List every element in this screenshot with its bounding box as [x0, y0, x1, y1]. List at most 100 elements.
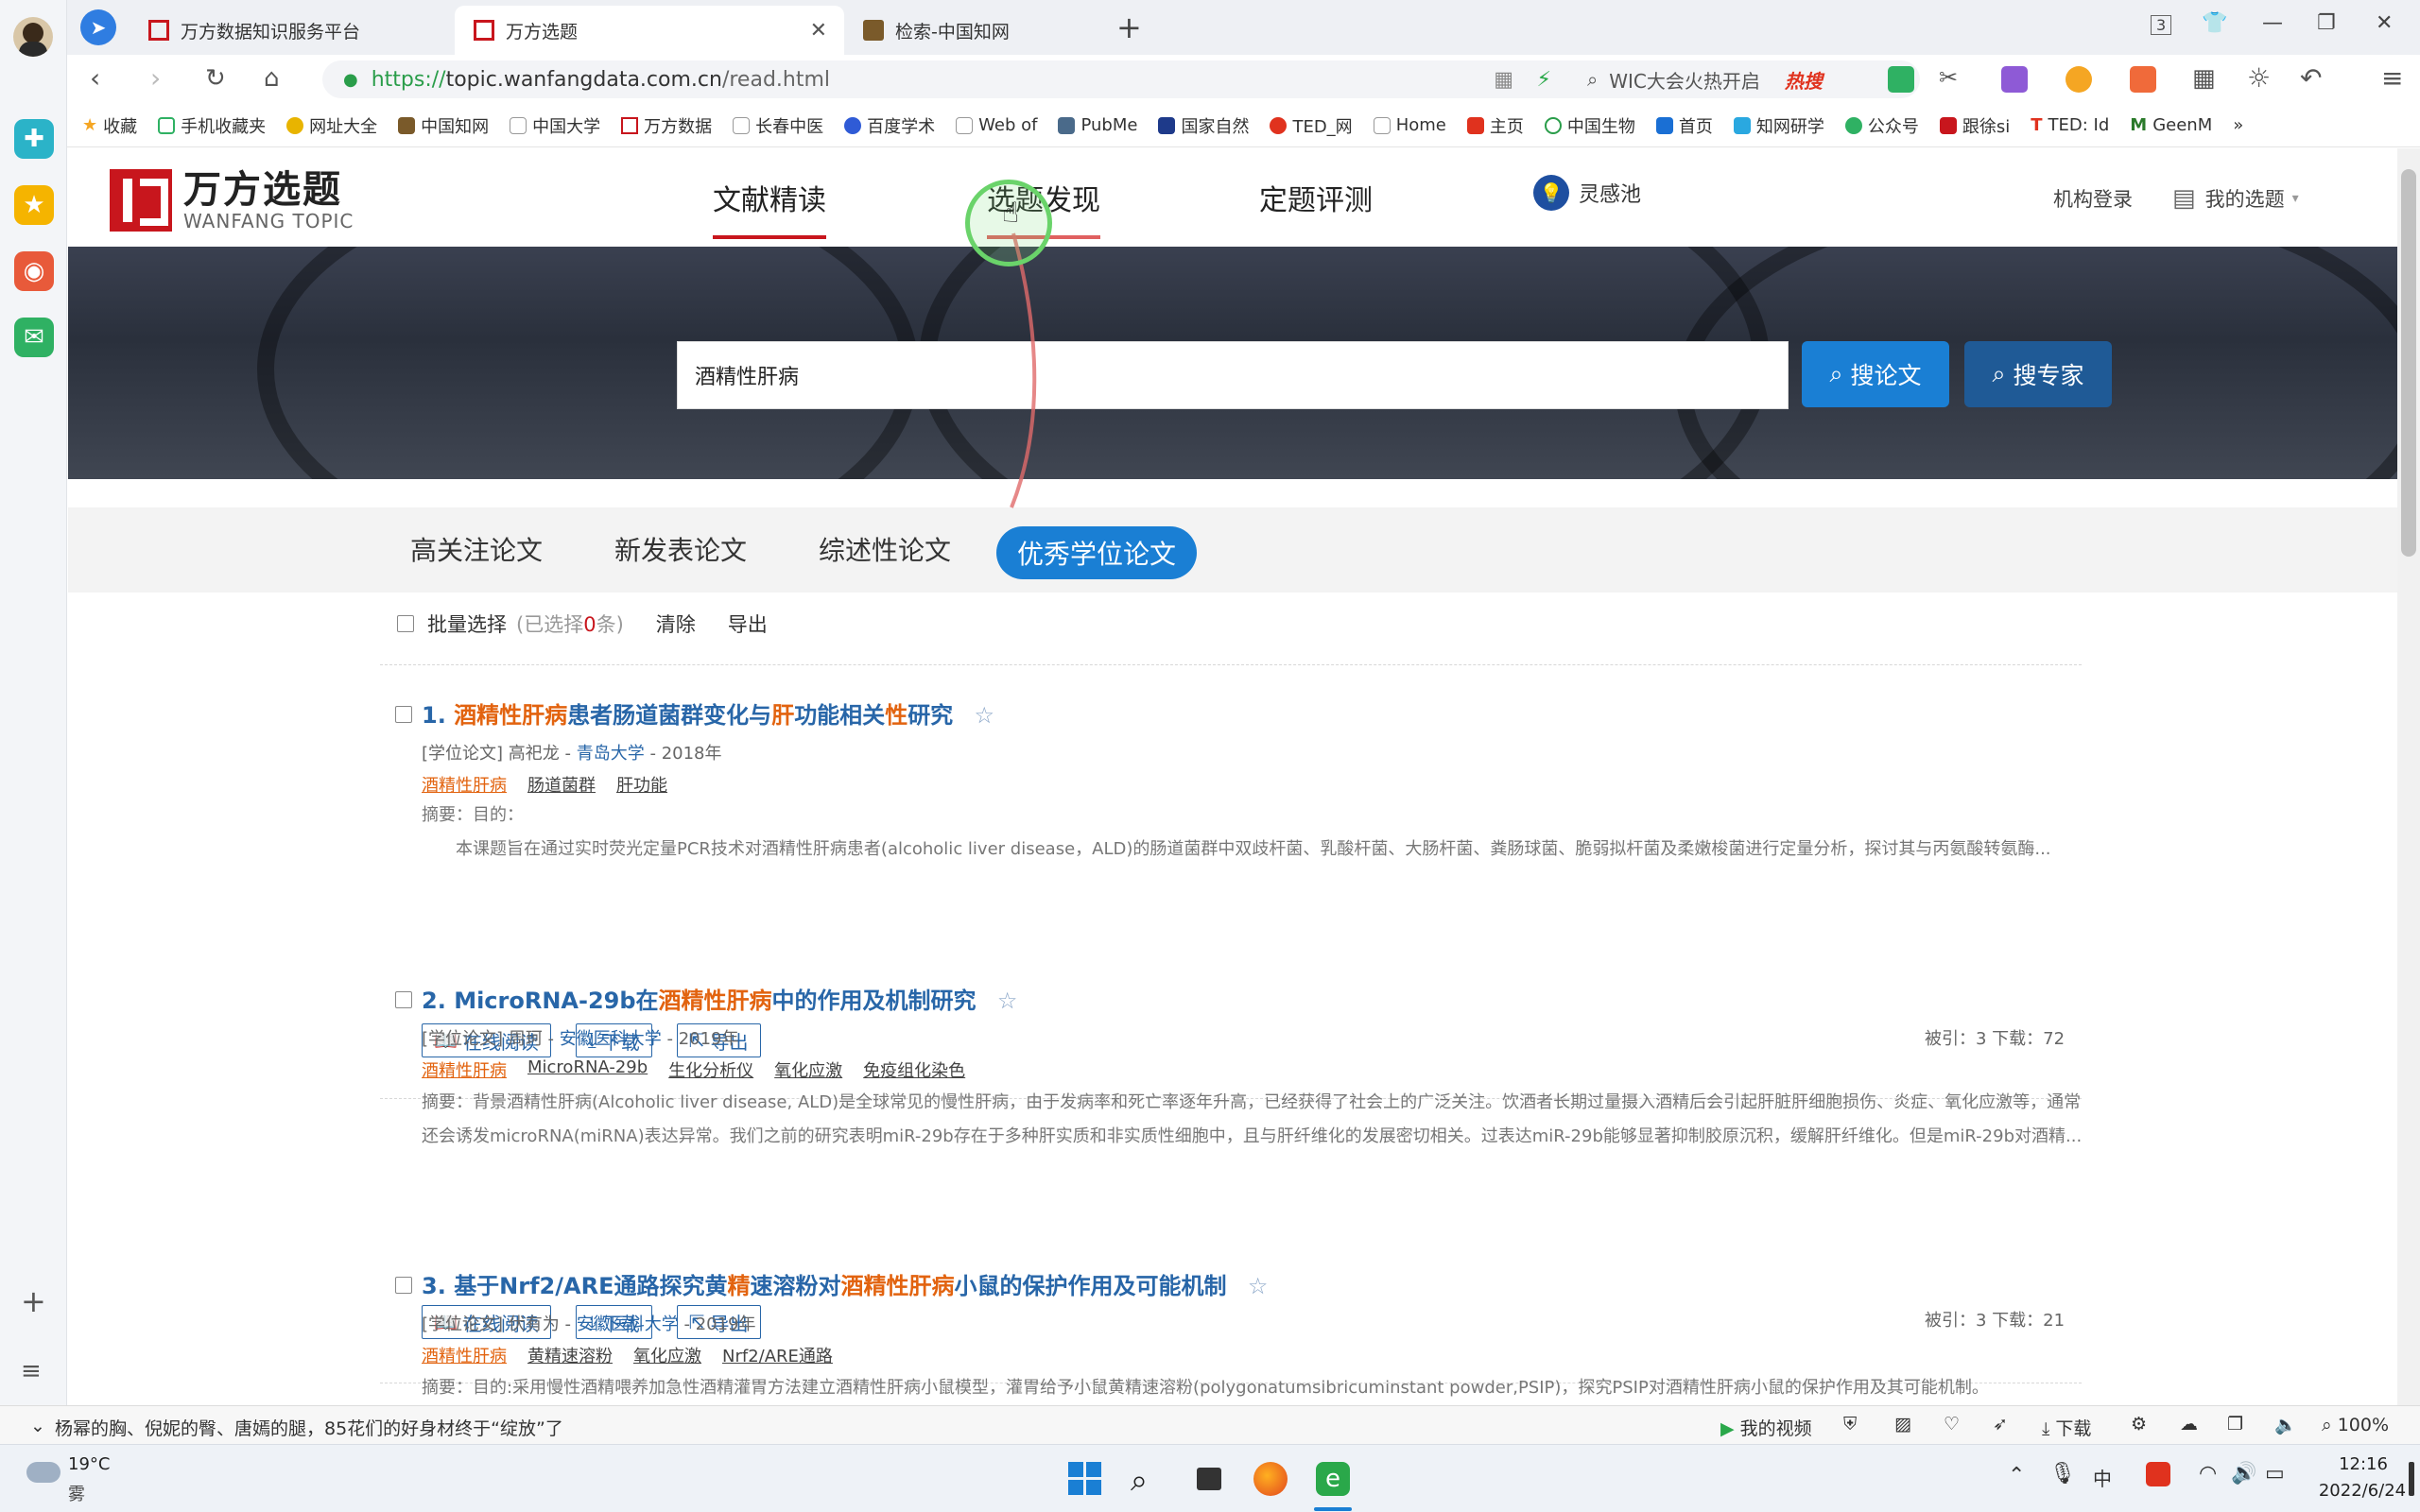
wifi-icon[interactable]: ◠: [2199, 1462, 2217, 1486]
keyword-link[interactable]: 酒精性肝病: [422, 1057, 507, 1082]
result-title-link[interactable]: 2. MicroRNA-29b在酒精性肝病中的作用及机制研究 ☆: [422, 982, 1017, 1015]
browser-app-icon[interactable]: e: [1316, 1462, 1350, 1496]
favorite-star-icon[interactable]: ☆: [997, 988, 1018, 1014]
batch-select-checkbox[interactable]: [397, 615, 414, 632]
browser-logo-icon[interactable]: ➤: [80, 9, 116, 45]
app-tray-icon[interactable]: [2146, 1462, 2170, 1486]
keyword-link[interactable]: 氧化应激: [774, 1057, 842, 1082]
news-ticker[interactable]: 杨幂的胸、倪妮的臀、唐嫣的腿，85花们的好身材终于“绽放”了: [55, 1415, 563, 1440]
window-icon[interactable]: ❐: [2227, 1414, 2243, 1435]
clock-time[interactable]: 12:16: [2325, 1454, 2401, 1474]
show-desktop-button[interactable]: [2409, 1462, 2414, 1496]
search-icon[interactable]: ⌕: [1131, 1462, 1165, 1498]
tab-excellent-theses[interactable]: 优秀学位论文: [996, 526, 1198, 579]
image-icon[interactable]: ▨: [1894, 1414, 1911, 1435]
coupon-icon[interactable]: [2066, 66, 2092, 93]
user-avatar[interactable]: [13, 17, 53, 57]
bookmark-item[interactable]: 中国大学: [510, 113, 600, 138]
keyword-link[interactable]: 免疫组化染色: [863, 1057, 965, 1082]
bookmark-item[interactable]: 中国生物: [1544, 113, 1635, 138]
favorites-star-icon[interactable]: ★: [14, 185, 54, 225]
bookmark-item[interactable]: 网址大全: [286, 113, 377, 138]
microphone-icon[interactable]: 🎙: [2049, 1462, 2076, 1486]
keyword-link[interactable]: 酒精性肝病: [422, 1343, 507, 1367]
new-tab-icon[interactable]: +: [1116, 9, 1142, 45]
speaker-icon[interactable]: 🔊: [2231, 1462, 2256, 1486]
page-scrollbar[interactable]: [2397, 148, 2420, 1405]
tools-icon[interactable]: ⚙: [2131, 1414, 2147, 1435]
bookmark-item[interactable]: 长春中医: [733, 113, 823, 138]
reload-icon[interactable]: ↻: [205, 64, 226, 93]
shirt-skin-icon[interactable]: 👕: [2202, 11, 2227, 35]
favorite-star-icon[interactable]: ☆: [1248, 1273, 1269, 1299]
add-icon[interactable]: +: [21, 1283, 46, 1319]
tab-wanfang-platform[interactable]: 万方数据知识服务平台: [130, 6, 508, 55]
keyword-link[interactable]: 肝功能: [616, 772, 667, 797]
translate-icon[interactable]: [2001, 66, 2028, 93]
clear-button[interactable]: 清除: [656, 610, 696, 638]
forward-icon[interactable]: ›: [150, 62, 161, 94]
result-title-link[interactable]: 3. 基于Nrf2/ARE通路探究黄精速溶粉对酒精性肝病小鼠的保护作用及可能机制…: [422, 1267, 1268, 1300]
reader-icon[interactable]: [1888, 66, 1914, 93]
bookmark-item[interactable]: T TED: Id: [2031, 115, 2109, 135]
bookmark-item[interactable]: 中国知网: [398, 113, 489, 138]
keyword-link[interactable]: Nrf2/ARE通路: [722, 1343, 833, 1367]
tab-newly-published[interactable]: 新发表论文: [614, 530, 747, 568]
result-checkbox[interactable]: [395, 1277, 412, 1294]
menu-icon[interactable]: ≡: [2381, 62, 2403, 94]
windows-start-icon[interactable]: [1068, 1462, 1102, 1496]
keyword-link[interactable]: 黄精速溶粉: [527, 1343, 613, 1367]
bookmark-item[interactable]: Web of: [956, 115, 1037, 135]
app-plus-icon[interactable]: ✚: [14, 119, 54, 159]
my-video-button[interactable]: ▶ 我的视频: [1720, 1415, 1812, 1440]
browser-search-box[interactable]: ⌕ WIC大会火热开启 热搜: [1570, 60, 1920, 98]
bookmark-item[interactable]: 百度学术: [844, 113, 935, 138]
temperature[interactable]: 19°C: [68, 1454, 110, 1474]
favorite-star-icon[interactable]: ☆: [975, 702, 995, 729]
result-checkbox[interactable]: [395, 991, 412, 1008]
result-checkbox[interactable]: [395, 706, 412, 723]
game-icon[interactable]: [2130, 66, 2156, 93]
bookmark-item[interactable]: 公众号: [1844, 113, 1919, 138]
close-window-icon[interactable]: ✕: [2376, 11, 2393, 35]
qr-code-icon[interactable]: ▦: [1494, 68, 1513, 92]
undo-icon[interactable]: ↶: [2300, 62, 2322, 94]
shield-icon[interactable]: ⛨: [1843, 1414, 1857, 1435]
bookmark-item[interactable]: Home: [1373, 115, 1446, 135]
tab-review-papers[interactable]: 综述性论文: [819, 530, 951, 568]
rocket-icon[interactable]: ➶: [1993, 1414, 2008, 1435]
close-tab-icon[interactable]: ✕: [810, 19, 827, 43]
home-icon[interactable]: ⌂: [264, 64, 280, 93]
mail-icon[interactable]: ✉: [14, 318, 54, 357]
scissors-icon[interactable]: ✂: [1939, 64, 1958, 91]
keyword-link[interactable]: MicroRNA-29b: [527, 1057, 648, 1082]
bookmark-item[interactable]: 主页: [1466, 113, 1524, 138]
more-bookmarks-button[interactable]: »: [2233, 115, 2243, 135]
brightness-icon[interactable]: ☼: [2247, 62, 2271, 94]
zoom-level[interactable]: ⌕ 100%: [2322, 1415, 2389, 1435]
bookmark-item[interactable]: 万方数据: [621, 113, 712, 138]
tab-count-badge[interactable]: 3: [2151, 15, 2172, 35]
download-status-button[interactable]: ⤓ 下载: [2042, 1415, 2091, 1440]
speed-bolt-icon[interactable]: ⚡: [1537, 68, 1551, 92]
bookmark-item[interactable]: 首页: [1655, 113, 1713, 138]
bookmark-item[interactable]: M GeenM: [2130, 115, 2212, 135]
apps-grid-icon[interactable]: ▦: [2192, 64, 2216, 93]
export-all-button[interactable]: 导出: [728, 610, 768, 638]
tray-chevron-icon[interactable]: ⌃: [2008, 1464, 2025, 1487]
ime-indicator[interactable]: 中: [2093, 1464, 2112, 1491]
bookmark-item[interactable]: 国家自然: [1158, 113, 1249, 138]
keyword-link[interactable]: 氧化应激: [633, 1343, 701, 1367]
list-menu-icon[interactable]: ≡: [21, 1357, 42, 1385]
bookmark-item[interactable]: PubMe: [1058, 115, 1137, 135]
chevron-icon[interactable]: ⌄: [30, 1416, 45, 1436]
tab-wanfang-topic[interactable]: 万方选题 ✕: [455, 6, 844, 55]
firefox-icon[interactable]: [1253, 1462, 1288, 1496]
clock-date[interactable]: 2022/6/24: [2310, 1481, 2414, 1501]
bookmark-item[interactable]: ★ 收藏: [82, 113, 137, 138]
minimize-icon[interactable]: —: [2262, 11, 2283, 35]
cloud-icon[interactable]: ☁: [2180, 1414, 2198, 1435]
scrollbar-thumb[interactable]: [2401, 169, 2416, 557]
restore-icon[interactable]: ❐: [2317, 11, 2336, 35]
bookmark-item[interactable]: 手机收藏夹: [158, 113, 266, 138]
